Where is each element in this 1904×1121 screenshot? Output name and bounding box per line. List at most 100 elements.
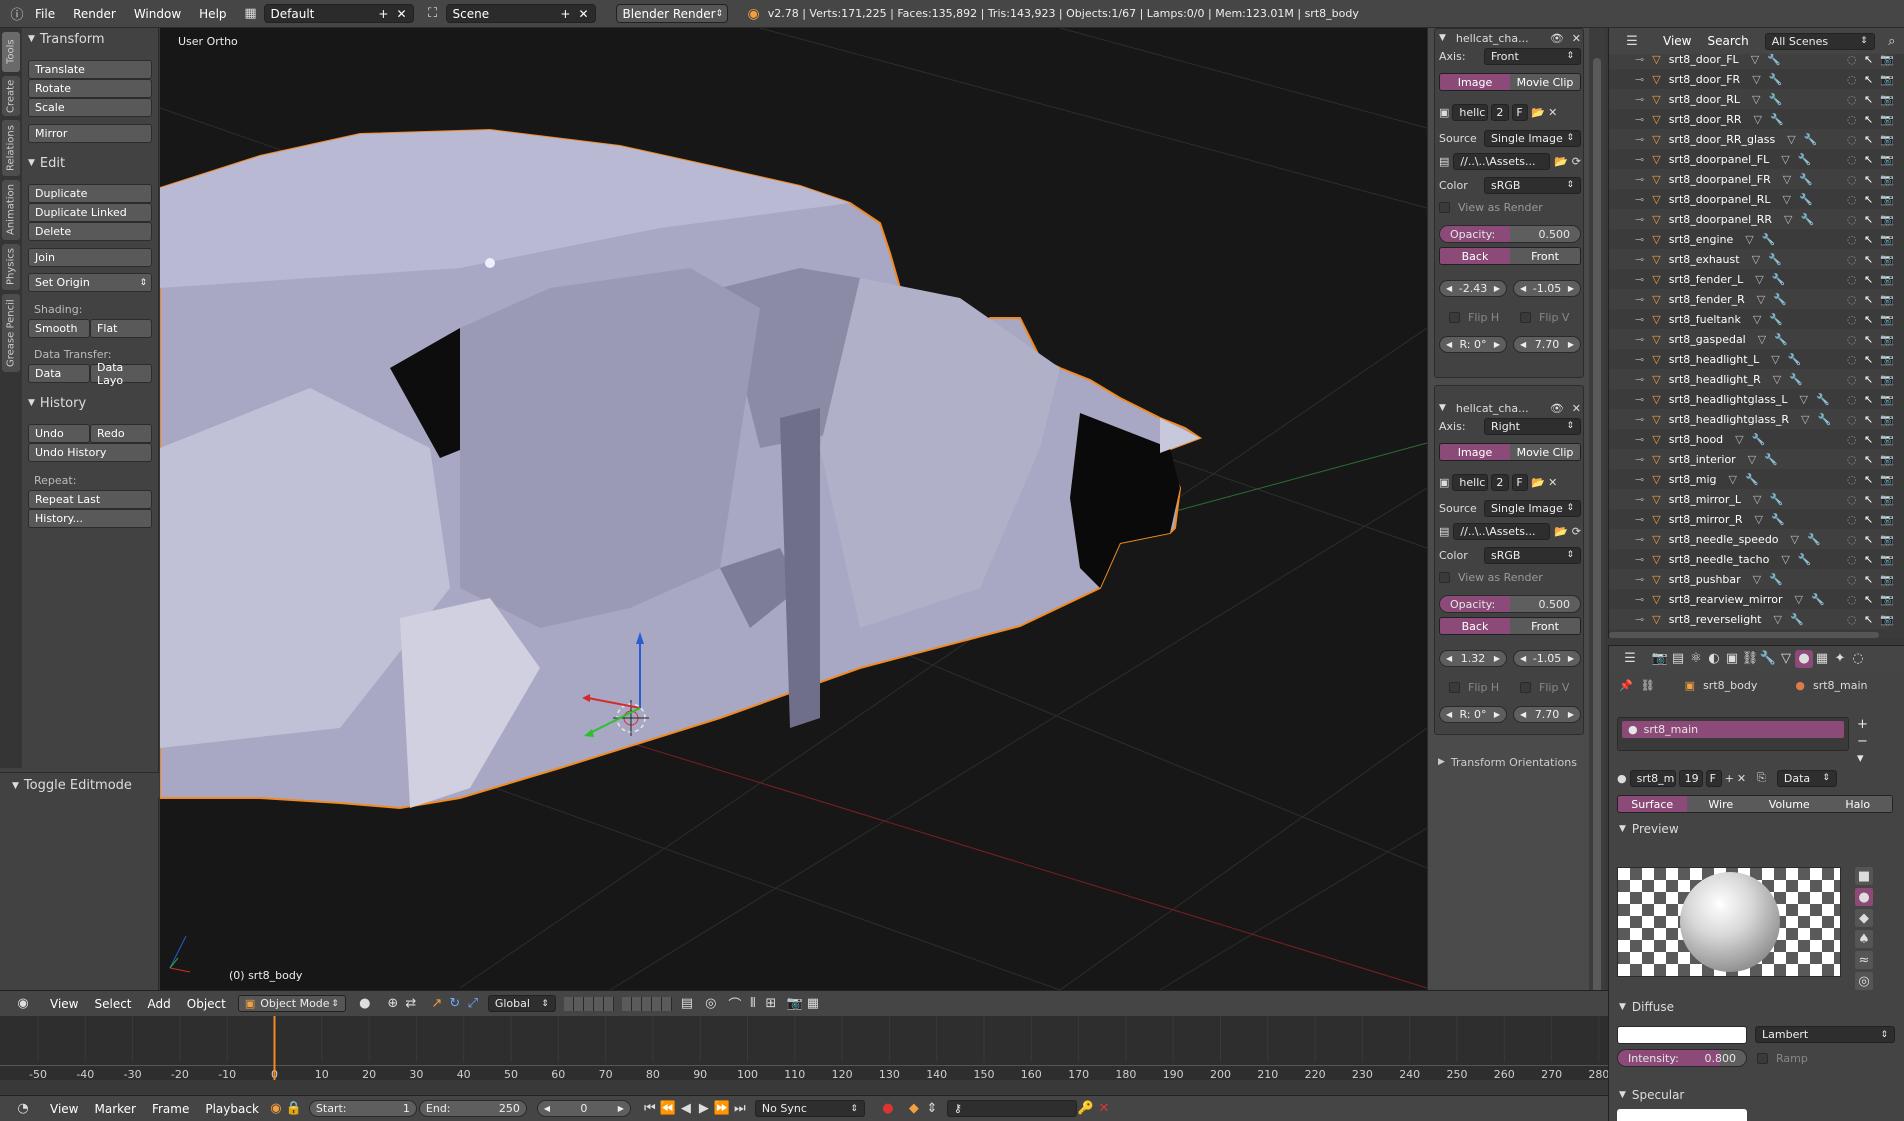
- image-users-field[interactable]: 2: [1491, 473, 1510, 491]
- decrement-icon[interactable]: ◀: [1446, 654, 1452, 663]
- selectability-icon[interactable]: ↖: [1864, 253, 1873, 266]
- fake-user-button[interactable]: F: [1512, 103, 1529, 121]
- visibility-icon[interactable]: ◌: [1847, 473, 1857, 486]
- outliner-row[interactable]: ⊸ ▽ srt8_door_RL ▽ 🔧 ◌ ↖ 📷: [1609, 89, 1894, 109]
- repeat-last-button[interactable]: Repeat Last: [28, 490, 152, 509]
- start-frame-field[interactable]: Start: 1: [308, 1100, 417, 1117]
- modifier-icon[interactable]: 🔧: [1770, 113, 1784, 126]
- renderability-icon[interactable]: 📷: [1880, 433, 1894, 446]
- data-tab-icon[interactable]: ▽: [1777, 650, 1795, 668]
- scrollbar-thumb[interactable]: [1593, 58, 1601, 1008]
- keying-set-field[interactable]: ⚷: [946, 1100, 1077, 1117]
- toggle-editmode-panel[interactable]: ▼ Toggle Editmode: [0, 772, 159, 798]
- outliner-row[interactable]: ⊸ ▽ srt8_doorpanel_RL ▽ 🔧 ◌ ↖ 📷: [1609, 189, 1894, 209]
- mesh-data-icon[interactable]: ▽: [1752, 253, 1760, 266]
- current-frame-field[interactable]: ◀ 0 ▶: [536, 1100, 631, 1117]
- visibility-icon[interactable]: ◌: [1847, 573, 1857, 586]
- offset-y-field[interactable]: ◀ -1.05 ▶: [1513, 649, 1581, 667]
- modifier-icon[interactable]: 🔧: [1798, 553, 1812, 566]
- interaction-mode-dropdown[interactable]: ▣ Object Mode ⇕: [237, 995, 346, 1012]
- menu-view[interactable]: View: [42, 997, 86, 1011]
- unlink-material-icon[interactable]: ✕: [1737, 772, 1746, 785]
- layer-lock-icon[interactable]: ▤: [678, 995, 696, 1013]
- visibility-icon[interactable]: ◌: [1847, 313, 1857, 326]
- mesh-data-icon[interactable]: ▽: [1752, 93, 1760, 106]
- menu-help[interactable]: Help: [190, 7, 235, 21]
- increment-icon[interactable]: ▶: [1568, 710, 1574, 719]
- flip-h-checkbox[interactable]: [1449, 311, 1460, 323]
- menu-playback[interactable]: Playback: [197, 1102, 267, 1116]
- link-dropdown[interactable]: Data ⇕: [1776, 769, 1837, 787]
- mesh-data-icon[interactable]: ▽: [1795, 593, 1803, 606]
- selectability-icon[interactable]: ↖: [1864, 273, 1873, 286]
- texture-tab-icon[interactable]: ▦: [1813, 650, 1831, 668]
- preview-range-icon[interactable]: ◉: [267, 1100, 285, 1118]
- physics-tab-icon[interactable]: ◌: [1849, 650, 1867, 668]
- tab-surface[interactable]: Surface: [1618, 796, 1687, 812]
- smooth-button[interactable]: Smooth: [28, 319, 90, 338]
- mesh-data-icon[interactable]: ▽: [1757, 293, 1765, 306]
- reload-icon[interactable]: ⟳: [1572, 525, 1581, 538]
- delete-button[interactable]: Delete: [28, 222, 152, 241]
- tab-wire[interactable]: Wire: [1686, 796, 1755, 812]
- renderability-icon[interactable]: 📷: [1880, 93, 1894, 106]
- mesh-data-icon[interactable]: ▽: [1773, 373, 1781, 386]
- tab-physics[interactable]: Physics: [2, 244, 20, 290]
- renderability-icon[interactable]: 📷: [1880, 353, 1894, 366]
- new-material-icon[interactable]: +: [1725, 772, 1734, 785]
- source-dropdown[interactable]: Single Image ⇕: [1484, 499, 1581, 517]
- modifier-icon[interactable]: 🔧: [1769, 573, 1783, 586]
- mesh-data-icon[interactable]: ▽: [1751, 54, 1759, 66]
- visibility-icon[interactable]: ◌: [1847, 293, 1857, 306]
- outliner-row[interactable]: ⊸ ▽ srt8_needle_speedo ▽ 🔧 ◌ ↖ 📷: [1609, 529, 1894, 549]
- modifier-icon[interactable]: 🔧: [1769, 493, 1783, 506]
- mesh-data-icon[interactable]: ▽: [1773, 613, 1781, 626]
- play-icon[interactable]: ▶: [695, 1100, 713, 1118]
- rotate-button[interactable]: Rotate: [28, 79, 152, 98]
- diffuse-color-swatch[interactable]: [1617, 1026, 1747, 1044]
- remove-layout-icon[interactable]: ✕: [396, 7, 406, 21]
- image-path-field[interactable]: //..\..\Assets...: [1453, 522, 1551, 540]
- tab-create[interactable]: Create: [2, 76, 20, 116]
- increment-icon[interactable]: ▶: [1494, 710, 1500, 719]
- renderability-icon[interactable]: 📷: [1880, 473, 1894, 486]
- duplicate-linked-button[interactable]: Duplicate Linked: [28, 203, 152, 222]
- modifier-icon[interactable]: 🔧: [1768, 253, 1782, 266]
- increment-icon[interactable]: ▶: [1494, 654, 1500, 663]
- menu-view[interactable]: View: [42, 1102, 86, 1116]
- mesh-data-icon[interactable]: ▽: [1781, 553, 1789, 566]
- tab-relations[interactable]: Relations: [2, 120, 20, 176]
- renderability-icon[interactable]: 📷: [1880, 173, 1894, 186]
- material-slot-item[interactable]: ● srt8_main: [1622, 721, 1844, 738]
- renderability-icon[interactable]: 📷: [1880, 133, 1894, 146]
- join-button[interactable]: Join: [28, 248, 152, 267]
- selectability-icon[interactable]: ↖: [1864, 93, 1873, 106]
- increment-icon[interactable]: ▶: [618, 1104, 624, 1113]
- outliner-row[interactable]: ⊸ ▽ srt8_fender_L ▽ 🔧 ◌ ↖ 📷: [1609, 269, 1894, 289]
- delete-keyframe-icon[interactable]: ✕: [1095, 1100, 1113, 1118]
- history-button[interactable]: History...: [28, 509, 152, 528]
- decrement-icon[interactable]: ◀: [1520, 284, 1526, 293]
- back-button[interactable]: Back: [1440, 618, 1510, 634]
- renderability-icon[interactable]: 📷: [1880, 573, 1894, 586]
- copy-material-icon[interactable]: ⎘: [1757, 771, 1766, 785]
- image-users-field[interactable]: 2: [1491, 103, 1510, 121]
- diffuse-shader-dropdown[interactable]: Lambert ⇕: [1755, 1026, 1895, 1043]
- modifier-icon[interactable]: 🔧: [1790, 613, 1804, 626]
- selectability-icon[interactable]: ↖: [1864, 433, 1873, 446]
- visibility-icon[interactable]: ◌: [1847, 453, 1857, 466]
- outliner-row[interactable]: ⊸ ▽ srt8_gaspedal ▽ 🔧 ◌ ↖ 📷: [1609, 329, 1894, 349]
- renderability-icon[interactable]: 📷: [1880, 193, 1894, 206]
- preview-sphere-icon[interactable]: ●: [1855, 888, 1873, 906]
- size-field[interactable]: ◀ 7.70 ▶: [1513, 335, 1581, 353]
- renderability-icon[interactable]: 📷: [1880, 233, 1894, 246]
- renderability-icon[interactable]: 📷: [1880, 413, 1894, 426]
- renderability-icon[interactable]: 📷: [1880, 553, 1894, 566]
- visibility-icon[interactable]: ◌: [1847, 173, 1857, 186]
- modifier-icon[interactable]: 🔧: [1752, 433, 1766, 446]
- modifier-icon[interactable]: 🔧: [1811, 593, 1825, 606]
- image-browse-icon[interactable]: ▣: [1439, 106, 1449, 119]
- visibility-icon[interactable]: ◌: [1847, 553, 1857, 566]
- display-mode-dropdown[interactable]: All Scenes ⇕: [1764, 32, 1875, 50]
- image-browse-icon[interactable]: ▣: [1439, 476, 1449, 489]
